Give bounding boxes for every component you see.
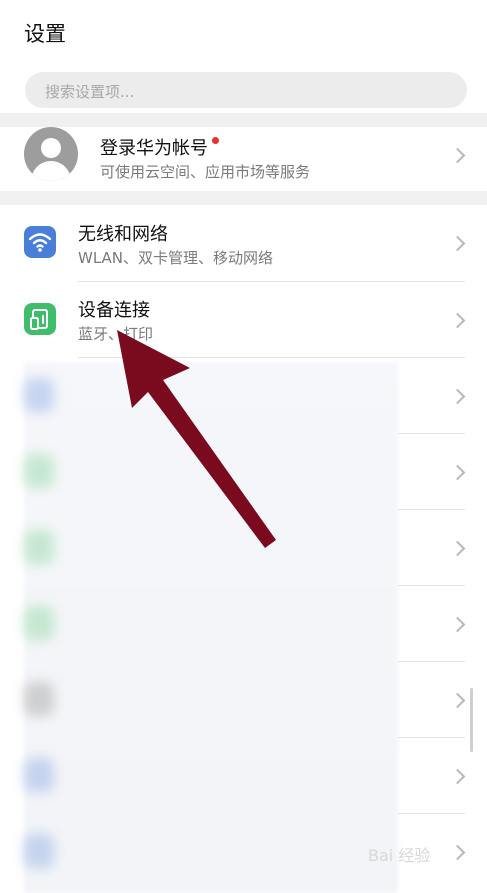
annotation-arrow (117, 330, 276, 548)
baidu-watermark: Bai 经验 (368, 846, 431, 865)
